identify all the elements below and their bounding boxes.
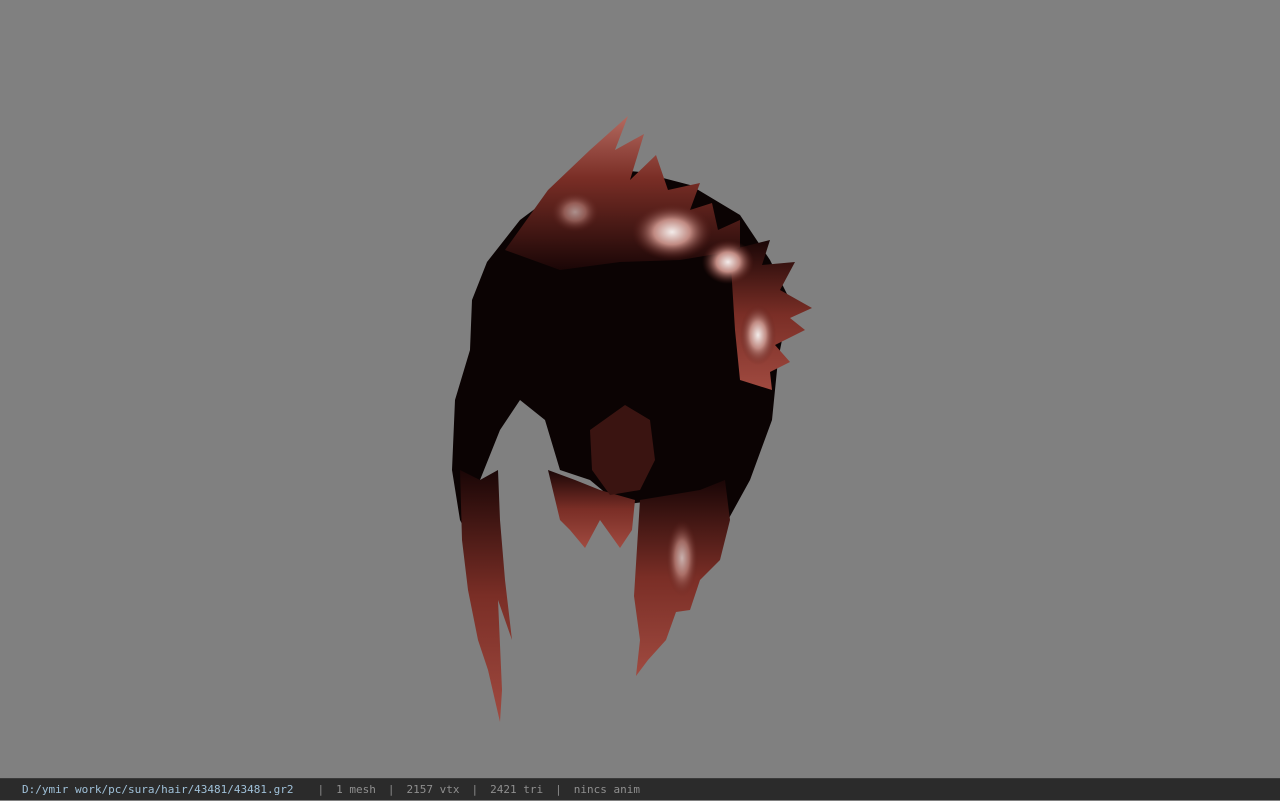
hair-model[interactable] (0, 0, 1280, 778)
file-path: D:/ymir work/pc/sura/hair/43481/43481.gr… (22, 782, 294, 796)
separator: | (555, 782, 562, 796)
3d-viewport[interactable] (0, 0, 1280, 778)
status-bar: D:/ymir work/pc/sura/hair/43481/43481.gr… (0, 778, 1280, 800)
separator: | (387, 782, 395, 796)
separator: | (471, 782, 479, 796)
triangle-count: 2421 tri (490, 782, 544, 796)
separator: | (317, 782, 325, 796)
mesh-count: 1 mesh (336, 782, 376, 796)
vertex-count: 2157 vtx (406, 782, 460, 796)
hair-mesh (452, 116, 812, 722)
animation-status: nincs anim (573, 782, 640, 796)
